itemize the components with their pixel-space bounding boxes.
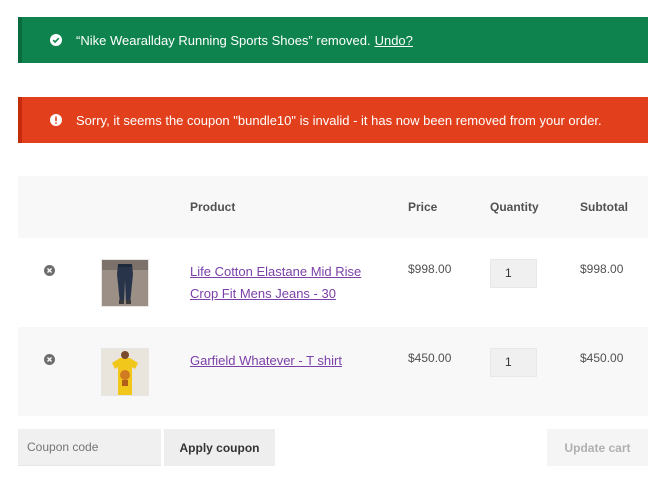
update-cart-button[interactable]: Update cart (547, 429, 648, 466)
error-notice: Sorry, it seems the coupon "bundle10" is… (18, 97, 648, 143)
remove-item-icon[interactable] (44, 353, 55, 365)
table-row: Life Cotton Elastane Mid Rise Crop Fit M… (18, 238, 648, 327)
price: $998.00 (408, 262, 452, 276)
product-link[interactable]: Life Cotton Elastane Mid Rise Crop Fit M… (190, 261, 370, 305)
column-header-quantity: Quantity (490, 200, 539, 214)
success-message: “Nike Wearallday Running Sports Shoes” r… (76, 32, 371, 48)
exclamation-circle-icon (50, 114, 62, 126)
column-header-subtotal: Subtotal (580, 200, 628, 214)
subtotal: $998.00 (580, 262, 624, 276)
column-header-price: Price (408, 200, 438, 214)
product-link[interactable]: Garfield Whatever - T shirt (190, 350, 370, 372)
price: $450.00 (408, 351, 452, 365)
subtotal: $450.00 (580, 351, 624, 365)
success-notice: “Nike Wearallday Running Sports Shoes” r… (18, 17, 648, 63)
quantity-input[interactable]: 1 (490, 259, 537, 288)
product-thumbnail[interactable] (101, 259, 149, 307)
remove-item-icon[interactable] (44, 264, 55, 276)
coupon-code-input[interactable] (18, 429, 161, 466)
error-message: Sorry, it seems the coupon "bundle10" is… (76, 112, 602, 128)
product-thumbnail[interactable] (101, 348, 149, 396)
undo-link[interactable]: Undo? (375, 33, 413, 48)
check-circle-icon (50, 34, 62, 46)
cart-table-header: Product Price Quantity Subtotal (18, 176, 648, 238)
quantity-input[interactable]: 1 (490, 348, 537, 377)
cart-actions: Apply coupon Update cart (18, 429, 648, 466)
column-header-product: Product (190, 200, 236, 214)
cart-table: Product Price Quantity Subtotal Life Cot… (18, 176, 648, 416)
table-row: Garfield Whatever - T shirt $450.00 1 $4… (18, 327, 648, 416)
apply-coupon-button[interactable]: Apply coupon (164, 429, 275, 466)
